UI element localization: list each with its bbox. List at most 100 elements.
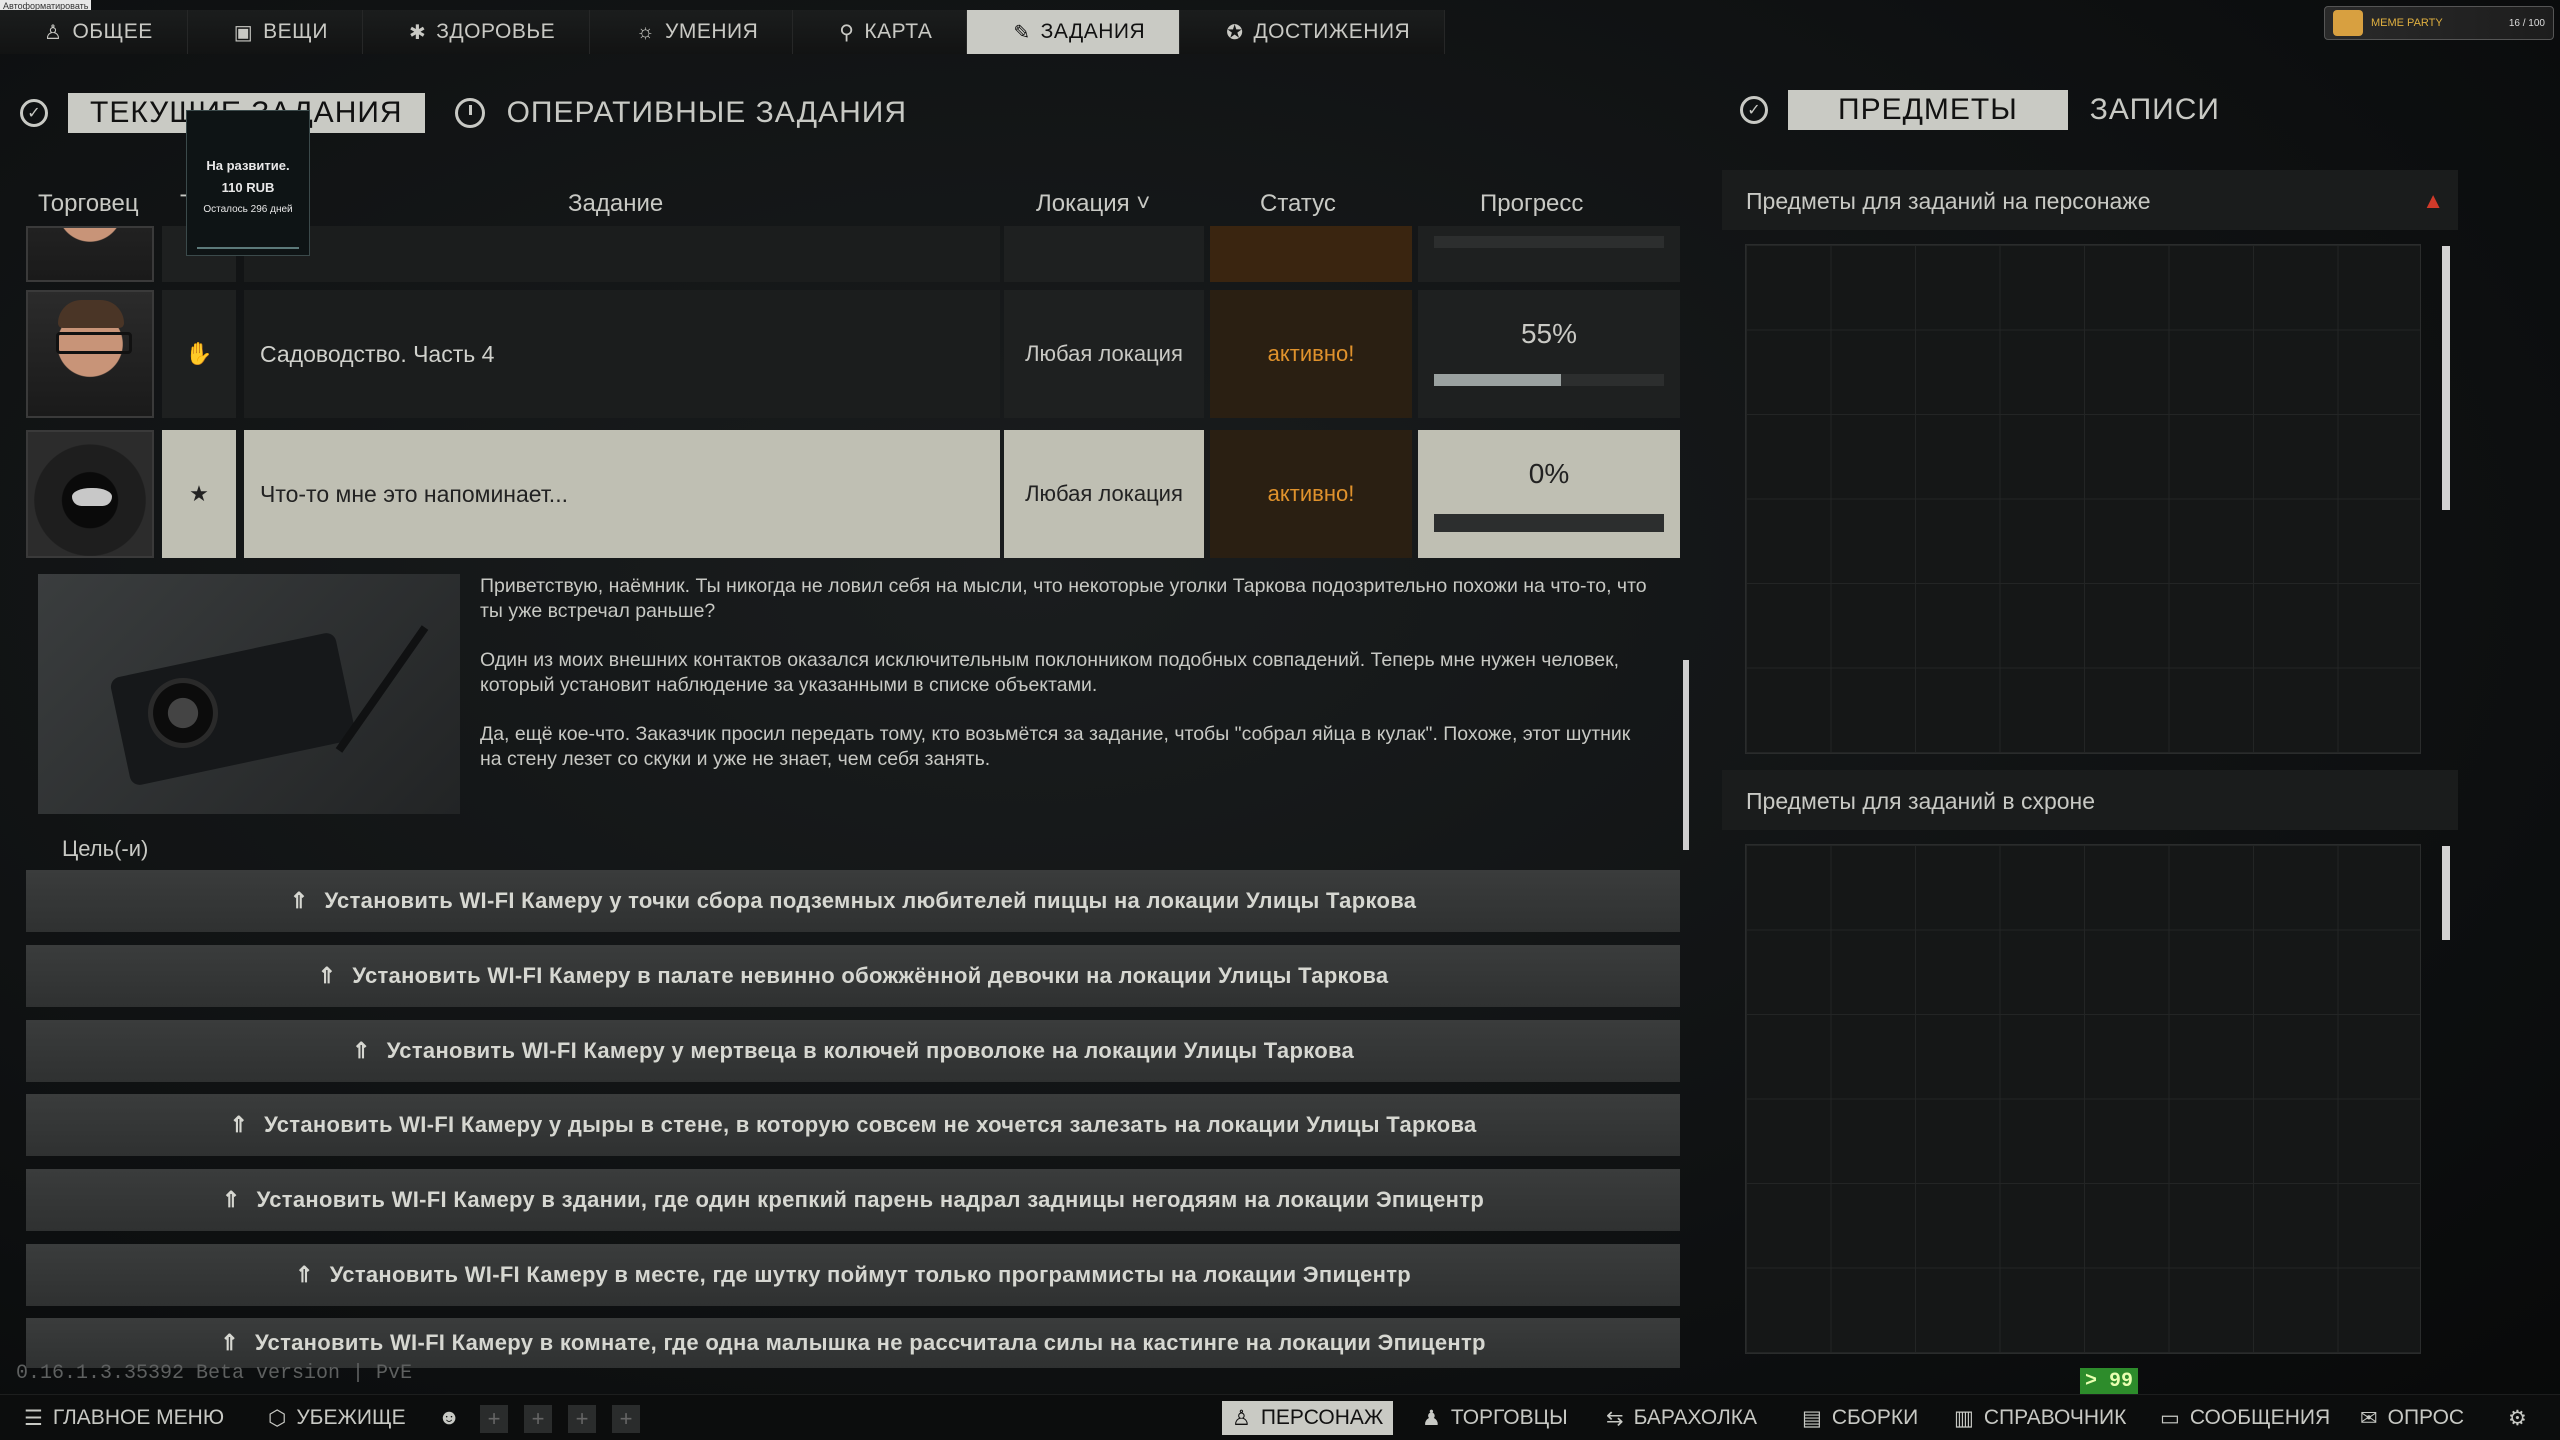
tab-general[interactable]: ♙ ОБЩЕЕ [0,10,188,54]
description-scrollbar[interactable] [1683,660,1689,850]
objective-arrow-icon: ⇑ [289,888,309,913]
builds-icon: ▤ [1802,1406,1822,1430]
tab-items[interactable]: ▣ ВЕЩИ [187,10,363,54]
check-icon: ✓ [20,99,48,127]
task-title [244,226,1000,282]
goal-item[interactable]: ⇑ Установить WI-FI Камеру у точки сбора п… [26,870,1680,932]
goal-item[interactable]: ⇑ Установить WI-FI Камеру в комнате, где … [26,1318,1680,1368]
trader-avatar [26,430,154,558]
task-progress: 55% [1418,290,1680,418]
progress-track [1434,374,1664,386]
trader-avatar [26,290,154,418]
flea-market-button[interactable]: ⇆ БАРАХОЛКА [1596,1401,1767,1435]
objective-arrow-icon: ⇑ [351,1038,371,1063]
clock-icon [454,98,485,128]
messages-button[interactable]: ▭ СООБЩЕНИЯ [2150,1401,2340,1435]
person-icon: ♙ [44,21,63,44]
character-items-grid[interactable] [1745,244,2421,754]
goal-item[interactable]: ⇑ Установить WI-FI Камеру в палате невинн… [26,945,1680,1007]
tab-operational-tasks[interactable]: ОПЕРАТИВНЫЕ ЗАДАНИЯ [485,93,929,133]
task-progress [1418,226,1680,282]
objective-arrow-icon: ⇑ [294,1262,314,1287]
tooltip: На развитие. 110 RUB Осталось 296 дней [186,110,310,256]
flea-icon: ⇆ [1606,1406,1624,1430]
task-status: активно! [1210,290,1412,418]
task-location: Любая локация [1004,290,1204,418]
character-items-title: Предметы для заданий на персонаже ▲ [1722,170,2458,230]
achievement-icon: ✪ [1226,21,1244,44]
gear-icon: ⚙ [2508,1406,2527,1430]
header-task[interactable]: Задание [568,190,663,218]
task-title: Садоводство. Часть 4 [244,290,1000,418]
add-member-button[interactable]: + [568,1405,596,1433]
task-status: активно! [1210,430,1412,558]
task-progress: 0% [1418,430,1680,558]
progress-track [1434,514,1664,532]
progress-label: 55% [1520,318,1578,349]
task-subtabs: ✓ ТЕКУЩИЕ ЗАДАНИЯ ОПЕРАТИВНЫЕ ЗАДАНИЯ [20,88,929,138]
skills-icon: ☼ [636,20,655,43]
task-location: Любая локация [1004,430,1204,558]
menu-icon: ☰ [24,1406,43,1430]
tab-health[interactable]: ✱ ЗДОРОВЬЕ [362,10,591,54]
header-trader[interactable]: Торговец [38,190,139,218]
traders-button[interactable]: ♟ ТОРГОВЦЫ [1412,1401,1578,1435]
goal-item[interactable]: ⇑ Установить WI-FI Камеру в месте, где шу… [26,1244,1680,1306]
pin-icon[interactable]: ✋ [162,290,236,418]
party-badge[interactable]: MEME PARTY 16 / 100 [2324,6,2554,40]
traders-icon: ♟ [1422,1406,1441,1430]
health-icon: ✱ [408,21,427,44]
notification-badge: > 99 [2080,1368,2138,1394]
trader-avatar [26,226,154,282]
character-items-scrollbar[interactable] [2442,246,2450,510]
header-progress[interactable]: Прогресс [1480,190,1583,218]
party-avatar [2333,10,2363,36]
tab-notes[interactable]: ЗАПИСИ [2068,90,2242,130]
bottom-bar: ☰ ГЛАВНОЕ МЕНЮ ⬡ УБЕЖИЩЕ ☻ + + + + ♙ ПЕРСОН… [0,1394,2560,1440]
objective-arrow-icon: ⇑ [229,1112,249,1137]
character-button[interactable]: ♙ ПЕРСОНАЖ [1222,1401,1394,1435]
goal-item[interactable]: ⇑ Установить WI-FI Камеру у мертвеца в ко… [26,1020,1680,1082]
main-menu-button[interactable]: ☰ ГЛАВНОЕ МЕНЮ [14,1401,234,1435]
tab-achievements[interactable]: ✪ ДОСТИЖЕНИЯ [1180,10,1446,54]
person-icon: ♙ [1232,1406,1251,1430]
task-status [1210,226,1412,282]
top-nav: ♙ ОБЩЕЕ ▣ ВЕЩИ ✱ ЗДОРОВЬЕ ☼ УМЕНИЯ ⚲ КАРТА ✎ З… [0,10,1580,64]
header-status[interactable]: Статус [1260,190,1336,218]
handbook-button[interactable]: ▥ СПРАВОЧНИК [1944,1401,2136,1435]
objective-arrow-icon: ⇑ [317,963,337,988]
goal-item[interactable]: ⇑ Установить WI-FI Камеру у дыры в стене,… [26,1094,1680,1156]
task-location [1004,226,1204,282]
task-title: Что-то мне это напоминает... [244,430,1000,558]
check-icon: ✓ [1740,96,1768,124]
settings-button[interactable]: ⚙ [2498,1401,2537,1435]
add-member-button[interactable]: + [480,1405,508,1433]
star-icon[interactable]: ★ [162,430,236,558]
builds-button[interactable]: ▤ СБОРКИ [1792,1401,1928,1435]
add-member-button[interactable]: + [524,1405,552,1433]
map-pin-icon: ⚲ [839,21,855,44]
goals-label: Цель(-и) [62,836,149,861]
version-label: 0.16.1.3.35392 Beta version | PvE [16,1362,413,1385]
tab-items-list[interactable]: ПРЕДМЕТЫ [1788,90,2068,130]
task-image [38,574,460,814]
add-member-button[interactable]: + [612,1405,640,1433]
tab-skills[interactable]: ☼ УМЕНИЯ [590,10,794,54]
group-icon: ☻ [438,1406,461,1429]
warning-icon: ▲ [2422,188,2444,213]
survey-icon: ✉ [2360,1406,2378,1430]
tab-map[interactable]: ⚲ КАРТА [793,10,968,54]
objective-arrow-icon: ⇑ [220,1330,239,1355]
survey-button[interactable]: ✉ ОПРОС [2350,1401,2474,1435]
goal-item[interactable]: ⇑ Установить WI-FI Камеру в здании, где о… [26,1169,1680,1231]
stash-items-grid[interactable] [1745,844,2421,1354]
items-subtabs: ✓ ПРЕДМЕТЫ ЗАПИСИ [1740,88,2242,132]
header-location[interactable]: Локация ˅ [1036,190,1150,218]
tab-tasks[interactable]: ✎ ЗАДАНИЯ [967,10,1181,54]
messages-icon: ▭ [2160,1406,2180,1430]
stash-items-title: Предметы для заданий в схроне [1722,770,2458,830]
group-button[interactable]: ☻ [428,1401,470,1435]
stash-items-scrollbar[interactable] [2442,846,2450,940]
hideout-button[interactable]: ⬡ УБЕЖИЩЕ [258,1401,416,1435]
tasks-icon: ✎ [1013,21,1031,44]
